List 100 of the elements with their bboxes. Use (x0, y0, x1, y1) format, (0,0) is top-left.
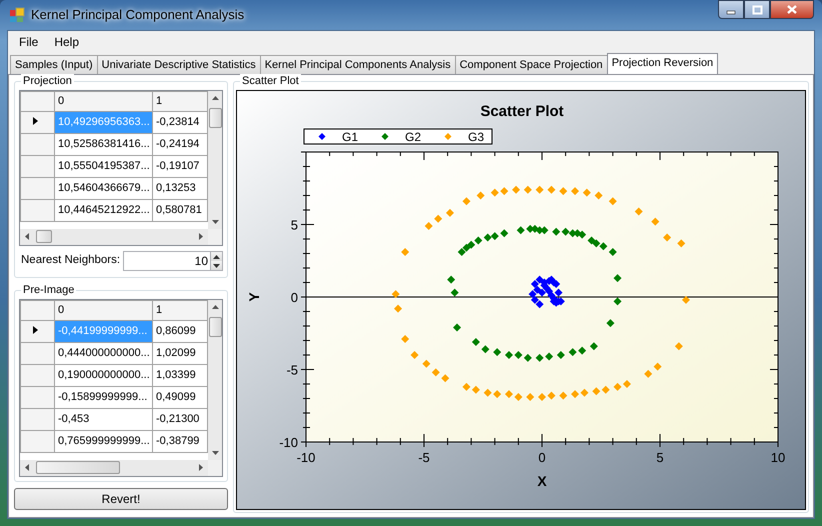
data-point (540, 226, 548, 234)
tab[interactable]: Kernel Principal Components Analysis (260, 55, 456, 74)
data-point (552, 280, 560, 288)
table-cell: 10,44645212922... (54, 200, 152, 222)
data-point (462, 197, 470, 206)
data-point (674, 342, 683, 350)
horizontal-scrollbar[interactable] (20, 460, 208, 476)
horizontal-scrollbar[interactable] (20, 229, 208, 245)
data-point (578, 346, 586, 355)
data-point (614, 274, 622, 282)
row-header[interactable] (20, 320, 54, 342)
scroll-down-icon[interactable] (212, 451, 219, 455)
data-grid[interactable]: 0 1 10,49296956363... -0,23814 10,52586381416... -0,24194 10,55504195387... -0,19107 10,54604366679... 0,13253 10,44645212922... 0,580781 (19, 90, 223, 246)
scrollbar-thumb[interactable] (209, 317, 222, 337)
tick-label: 10 (770, 450, 786, 465)
data-point (467, 240, 476, 249)
data-point (493, 348, 502, 356)
legend-marker (318, 133, 326, 140)
column-header[interactable]: 0 (54, 300, 152, 320)
column-header[interactable]: 0 (54, 92, 152, 112)
table-cell: 10,52586381416... (54, 134, 152, 156)
data-point (559, 392, 568, 400)
data-point (588, 236, 596, 244)
scroll-down-icon[interactable] (212, 220, 219, 224)
tab[interactable]: Univariate Descriptive Statistics (96, 55, 261, 74)
data-point (401, 335, 410, 344)
data-point (394, 304, 402, 313)
data-point (545, 352, 554, 360)
vertical-scrollbar[interactable] (208, 300, 222, 460)
scroll-up-icon[interactable] (212, 305, 219, 309)
table-cell: 10,54604366679... (54, 178, 152, 200)
scroll-left-icon[interactable] (25, 464, 29, 471)
data-point (476, 192, 485, 200)
data-point (441, 374, 450, 382)
scroll-up-icon[interactable] (212, 96, 219, 100)
data-point (571, 187, 580, 196)
data-point (580, 388, 588, 397)
tick-label: -5 (418, 450, 430, 465)
maximize-icon (752, 4, 762, 14)
tab[interactable]: Samples (Input) (10, 55, 98, 74)
close-icon (786, 4, 798, 15)
data-point (536, 276, 544, 284)
close-button[interactable] (770, 0, 814, 19)
data-point (562, 228, 570, 236)
data-point (392, 290, 400, 298)
scroll-left-icon[interactable] (25, 233, 29, 240)
data-point (644, 370, 652, 378)
tick-label: 0 (538, 450, 546, 465)
scroll-right-icon[interactable] (199, 464, 203, 471)
table-cell: -0,15899999999... (54, 386, 152, 408)
data-point (458, 248, 466, 256)
table-cell: -0,44199999999... (54, 320, 152, 342)
menu-item[interactable]: File (12, 34, 46, 50)
data-point (590, 342, 598, 350)
data-point (547, 392, 556, 400)
tick-label: -10 (279, 435, 298, 450)
data-point (424, 222, 433, 230)
table-cell: 0,765999999999... (54, 430, 152, 452)
data-point (592, 387, 600, 396)
tick-label: 5 (656, 450, 664, 465)
column-header[interactable]: 1 (152, 92, 208, 112)
data-point (490, 188, 499, 197)
scrollbar-corner (208, 229, 222, 245)
data-point (663, 234, 672, 242)
row-header (20, 92, 54, 112)
data-point (651, 218, 660, 226)
tab[interactable]: Projection Reversion (606, 53, 718, 74)
data-point (614, 382, 622, 391)
row-header[interactable] (20, 112, 54, 134)
vertical-scrollbar[interactable] (208, 91, 222, 229)
column-header[interactable]: 1 (152, 300, 208, 320)
data-point (484, 234, 492, 242)
nearest-neighbors-field[interactable]: 10 (123, 251, 210, 271)
data-point (524, 186, 532, 194)
data-point (682, 296, 690, 304)
maximize-button[interactable] (744, 0, 770, 19)
data-point (614, 297, 622, 306)
revert-button[interactable]: Revert! (14, 488, 228, 510)
data-point (547, 186, 556, 194)
data-point (608, 197, 617, 206)
minimize-button[interactable] (718, 0, 744, 19)
table-cell: 10,49296956363... (54, 112, 152, 134)
scroll-right-icon[interactable] (199, 233, 203, 240)
scrollbar-thumb[interactable] (209, 108, 222, 128)
data-point (530, 296, 539, 304)
up-arrow-icon (213, 254, 220, 258)
data-point (556, 351, 565, 359)
scrollbar-thumb[interactable] (36, 461, 120, 474)
spin-buttons[interactable] (210, 251, 223, 271)
data-point (602, 386, 610, 394)
tab[interactable]: Component Space Projection (454, 55, 608, 74)
data-point (446, 208, 454, 217)
data-grid[interactable]: 0 1 -0,44199999999... 0,86099 0,444000000000... 1,02099 0,190000000000... 1,03399 -0,15899999999... 0,49099 -0,453 -0,21300 0,765999999999... -0,38799 (19, 299, 223, 477)
data-point (578, 230, 586, 239)
menu-item[interactable]: Help (47, 34, 86, 50)
data-point (556, 297, 565, 306)
data-point (474, 236, 482, 244)
table-cell: 10,55504195387... (54, 156, 152, 178)
scrollbar-thumb[interactable] (36, 230, 52, 243)
chart-title: Scatter Plot (480, 103, 564, 120)
